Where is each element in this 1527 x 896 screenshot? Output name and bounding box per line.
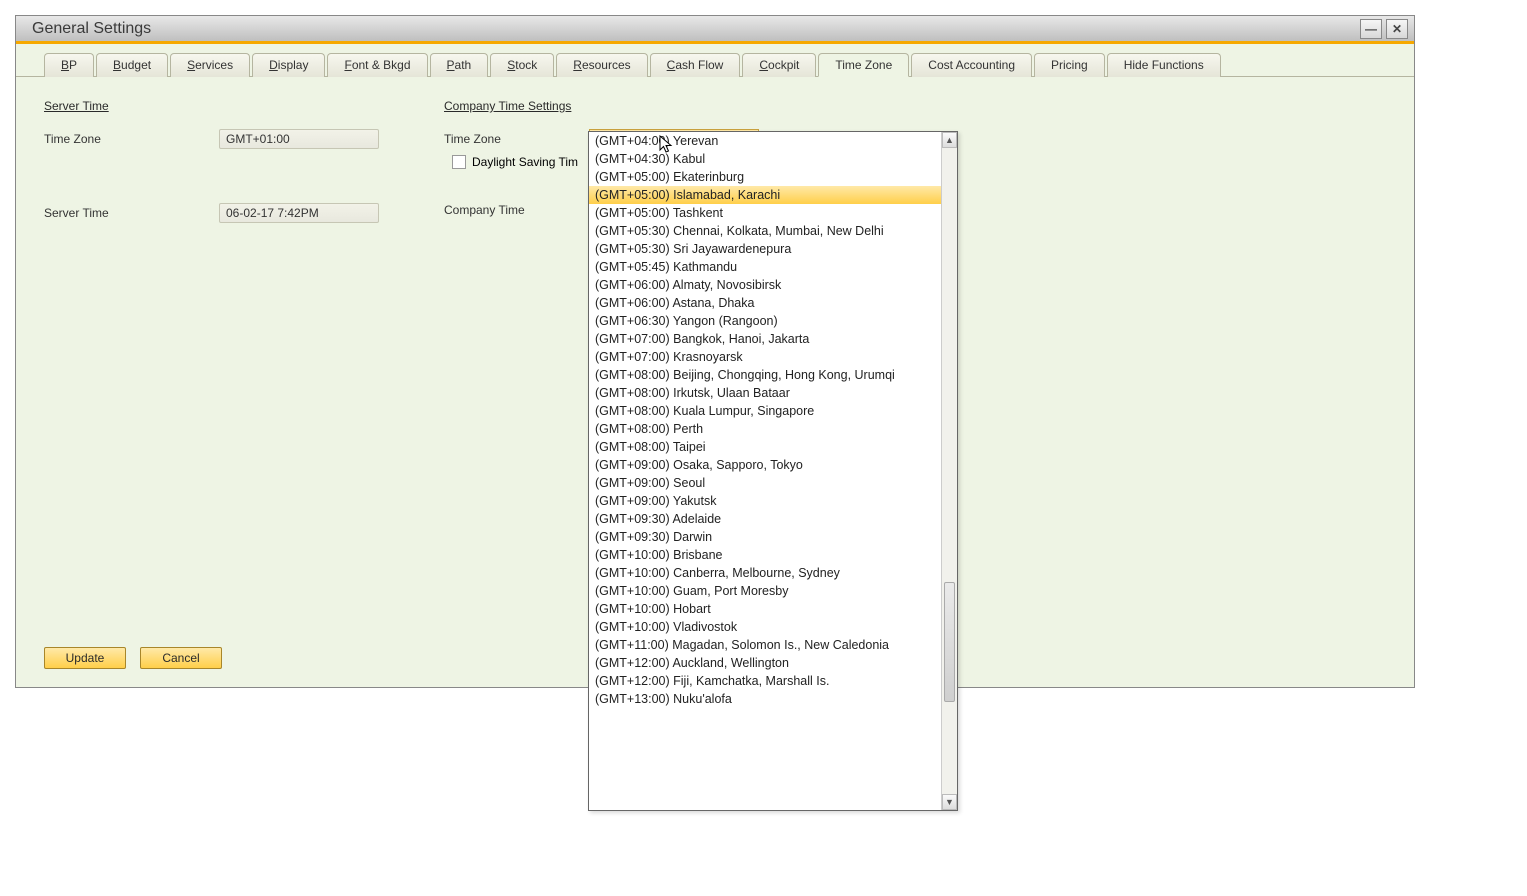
timezone-option[interactable]: (GMT+13:00) Nuku'alofa xyxy=(589,690,941,708)
scroll-up-arrow-icon[interactable]: ▲ xyxy=(942,132,957,148)
timezone-option[interactable]: (GMT+06:30) Yangon (Rangoon) xyxy=(589,312,941,330)
tab-font-bkgd[interactable]: Font & Bkgd xyxy=(327,53,427,77)
tab-time-zone[interactable]: Time Zone xyxy=(818,53,909,77)
timezone-option[interactable]: (GMT+06:00) Astana, Dhaka xyxy=(589,294,941,312)
update-button[interactable]: Update xyxy=(44,647,126,669)
timezone-option[interactable]: (GMT+12:00) Fiji, Kamchatka, Marshall Is… xyxy=(589,672,941,690)
server-timezone-label: Time Zone xyxy=(44,132,219,146)
timezone-option[interactable]: (GMT+05:00) Ekaterinburg xyxy=(589,168,941,186)
timezone-option[interactable]: (GMT+09:00) Seoul xyxy=(589,474,941,492)
close-button[interactable]: ✕ xyxy=(1386,19,1408,39)
tabs-row: BPBudgetServicesDisplayFont & BkgdPathSt… xyxy=(16,44,1414,77)
timezone-option[interactable]: (GMT+09:30) Adelaide xyxy=(589,510,941,528)
timezone-option[interactable]: (GMT+07:00) Krasnoyarsk xyxy=(589,348,941,366)
timezone-option[interactable]: (GMT+05:00) Islamabad, Karachi xyxy=(589,186,941,204)
server-time-section: Server Time Time Zone GMT+01:00 Server T… xyxy=(44,99,444,229)
timezone-dropdown-list: (GMT+04:00) Yerevan(GMT+04:30) Kabul(GMT… xyxy=(588,131,958,811)
tab-bp[interactable]: BP xyxy=(44,53,94,77)
general-settings-window: General Settings — ✕ BPBudgetServicesDis… xyxy=(15,15,1415,688)
tab-cost-accounting[interactable]: Cost Accounting xyxy=(911,53,1032,77)
timezone-option[interactable]: (GMT+08:00) Taipei xyxy=(589,438,941,456)
tab-hide-functions[interactable]: Hide Functions xyxy=(1107,53,1221,77)
tab-budget[interactable]: Budget xyxy=(96,53,168,77)
timezone-option[interactable]: (GMT+06:00) Almaty, Novosibirsk xyxy=(589,276,941,294)
tab-services[interactable]: Services xyxy=(170,53,250,77)
tab-resources[interactable]: Resources xyxy=(556,53,647,77)
timezone-option[interactable]: (GMT+05:30) Chennai, Kolkata, Mumbai, Ne… xyxy=(589,222,941,240)
server-time-header: Server Time xyxy=(44,99,444,113)
timezone-option[interactable]: (GMT+08:00) Kuala Lumpur, Singapore xyxy=(589,402,941,420)
server-timezone-value: GMT+01:00 xyxy=(219,129,379,149)
scroll-down-arrow-icon[interactable]: ▼ xyxy=(942,794,957,810)
scroll-thumb[interactable] xyxy=(944,582,955,702)
timezone-option[interactable]: (GMT+08:00) Perth xyxy=(589,420,941,438)
window-title: General Settings xyxy=(22,20,151,38)
titlebar: General Settings — ✕ xyxy=(16,16,1414,44)
dst-label: Daylight Saving Tim xyxy=(472,155,578,169)
timezone-option[interactable]: (GMT+05:30) Sri Jayawardenepura xyxy=(589,240,941,258)
timezone-option[interactable]: (GMT+09:30) Darwin xyxy=(589,528,941,546)
company-timezone-label: Time Zone xyxy=(444,132,589,146)
timezone-option[interactable]: (GMT+08:00) Beijing, Chongqing, Hong Kon… xyxy=(589,366,941,384)
timezone-option[interactable]: (GMT+04:30) Kabul xyxy=(589,150,941,168)
timezone-option[interactable]: (GMT+05:00) Tashkent xyxy=(589,204,941,222)
company-time-header: Company Time Settings xyxy=(444,99,1386,113)
timezone-option[interactable]: (GMT+12:00) Auckland, Wellington xyxy=(589,654,941,672)
timezone-option[interactable]: (GMT+10:00) Canberra, Melbourne, Sydney xyxy=(589,564,941,582)
timezone-option[interactable]: (GMT+04:00) Yerevan xyxy=(589,132,941,150)
window-controls: — ✕ xyxy=(1360,19,1408,39)
tab-display[interactable]: Display xyxy=(252,53,325,77)
timezone-option[interactable]: (GMT+05:45) Kathmandu xyxy=(589,258,941,276)
timezone-option[interactable]: (GMT+09:00) Osaka, Sapporo, Tokyo xyxy=(589,456,941,474)
timezone-option[interactable]: (GMT+09:00) Yakutsk xyxy=(589,492,941,510)
tab-pricing[interactable]: Pricing xyxy=(1034,53,1105,77)
tab-content: Server Time Time Zone GMT+01:00 Server T… xyxy=(16,77,1414,637)
timezone-option[interactable]: (GMT+11:00) Magadan, Solomon Is., New Ca… xyxy=(589,636,941,654)
timezone-option[interactable]: (GMT+10:00) Vladivostok xyxy=(589,618,941,636)
tab-stock[interactable]: Stock xyxy=(490,53,554,77)
timezone-option[interactable]: (GMT+10:00) Guam, Port Moresby xyxy=(589,582,941,600)
timezone-option[interactable]: (GMT+07:00) Bangkok, Hanoi, Jakarta xyxy=(589,330,941,348)
server-time-label: Server Time xyxy=(44,206,219,220)
dropdown-scrollbar[interactable]: ▲ ▼ xyxy=(941,132,957,810)
company-time-section: Company Time Settings Time Zone (GMT+05:… xyxy=(444,99,1386,229)
timezone-option[interactable]: (GMT+10:00) Brisbane xyxy=(589,546,941,564)
company-time-label: Company Time xyxy=(444,203,589,217)
minimize-button[interactable]: — xyxy=(1360,19,1382,39)
timezone-option[interactable]: (GMT+08:00) Irkutsk, Ulaan Bataar xyxy=(589,384,941,402)
cancel-button[interactable]: Cancel xyxy=(140,647,222,669)
tab-cockpit[interactable]: Cockpit xyxy=(742,53,816,77)
tab-cash-flow[interactable]: Cash Flow xyxy=(650,53,741,77)
dst-checkbox[interactable] xyxy=(452,155,466,169)
timezone-option[interactable]: (GMT+10:00) Hobart xyxy=(589,600,941,618)
server-time-value: 06-02-17 7:42PM xyxy=(219,203,379,223)
tab-path[interactable]: Path xyxy=(430,53,489,77)
